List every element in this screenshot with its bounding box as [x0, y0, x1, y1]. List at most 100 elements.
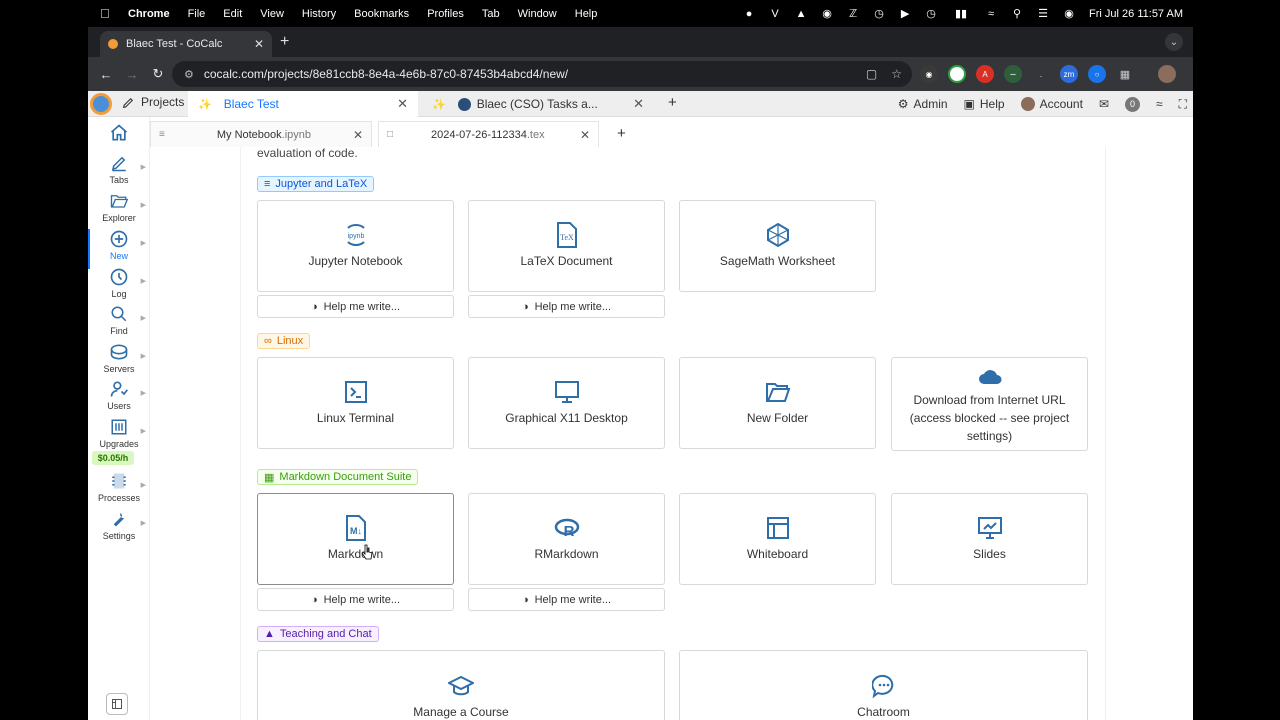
sidebar-item-explorer[interactable]: Explorer ▶ [88, 191, 150, 223]
menu-profiles[interactable]: Profiles [427, 8, 464, 20]
sagemath-worksheet-card[interactable]: SageMath Worksheet [679, 200, 876, 292]
projects-button[interactable]: Projects [122, 95, 184, 109]
extension-icon[interactable]: ○ [1088, 65, 1106, 83]
add-file-tab-icon[interactable]: + [617, 125, 626, 142]
cocalc-logo-icon[interactable] [90, 93, 112, 115]
chevron-down-icon[interactable]: ⌄ [1165, 33, 1183, 51]
fullscreen-icon[interactable]: ⛶ [1179, 97, 1187, 112]
jupyter-notebook-card[interactable]: ipynb Jupyter Notebook [257, 200, 454, 292]
menu-app-name[interactable]: Chrome [128, 8, 170, 20]
apple-icon[interactable]:  [100, 6, 114, 21]
rmarkdown-card[interactable]: R RMarkdown [468, 493, 665, 585]
more-menu-icon[interactable]: ⋮ [1186, 65, 1193, 83]
sidebar-item-label: Settings [102, 531, 136, 541]
zoom-extension-icon[interactable]: zm [1060, 65, 1078, 83]
menu-bookmarks[interactable]: Bookmarks [354, 8, 409, 20]
whiteboard-card[interactable]: Whiteboard [679, 493, 876, 585]
browser-tab[interactable]: Blaec Test - CoCalc ✕ [100, 31, 272, 57]
url-text[interactable]: cocalc.com/projects/8e81ccb8-8e4a-4e6b-8… [204, 67, 568, 81]
new-tab-icon[interactable]: + [280, 33, 289, 51]
close-icon[interactable]: ✕ [397, 96, 408, 112]
sidebar-item-processes[interactable]: Processes ▶ [88, 471, 150, 503]
sidebar-item-log[interactable]: Log ▶ [88, 267, 150, 299]
siri-icon[interactable]: ◉ [1063, 8, 1075, 20]
triangle-icon[interactable]: ▲ [795, 8, 807, 20]
reload-icon[interactable]: ↻ [150, 66, 166, 82]
connection-icon[interactable]: ≈ [1156, 97, 1163, 111]
record-icon[interactable]: ● [743, 8, 755, 20]
linux-terminal-card[interactable]: Linux Terminal [257, 357, 454, 449]
close-icon[interactable]: ✕ [254, 37, 264, 51]
layout-toggle-button[interactable] [106, 693, 128, 715]
spotlight-search-icon[interactable]: ⚲ [1011, 8, 1023, 20]
menu-history[interactable]: History [302, 8, 336, 20]
extension-icon[interactable]: A [976, 65, 994, 83]
help-me-write-button[interactable]: ◑ Help me write... [468, 588, 665, 611]
bluetooth-icon[interactable]: ℤ [847, 8, 859, 20]
project-tab-blaec-test[interactable]: ✨ Blaec Test ✕ [188, 91, 418, 117]
close-icon[interactable]: ✕ [353, 128, 363, 142]
card-label: Slides [973, 547, 1006, 561]
new-folder-card[interactable]: New Folder [679, 357, 876, 449]
x11-desktop-card[interactable]: Graphical X11 Desktop [468, 357, 665, 449]
profile-avatar-icon[interactable] [1158, 65, 1176, 83]
puzzle-icon[interactable]: ▦ [1116, 65, 1134, 83]
control-center-icon[interactable]: ☰ [1037, 8, 1049, 20]
back-icon[interactable]: ← [98, 67, 114, 82]
help-me-write-button[interactable]: ◑ Help me write... [468, 295, 665, 318]
home-button[interactable] [88, 123, 150, 145]
project-tab-blaec-cso[interactable]: ✨ Blaec (CSO) Tasks a... ✕ [422, 91, 654, 117]
extension-icon[interactable] [948, 65, 966, 83]
extension-icon[interactable]: ◉ [920, 65, 938, 83]
address-bar[interactable]: ⚙ cocalc.com/projects/8e81ccb8-8e4a-4e6b… [172, 61, 912, 87]
chatroom-card[interactable]: Chatroom [679, 650, 1088, 720]
menu-file[interactable]: File [188, 8, 206, 20]
menu-edit[interactable]: Edit [223, 8, 242, 20]
admin-button[interactable]: ⚙ Admin [898, 97, 948, 111]
help-button[interactable]: ▣ Help [964, 97, 1005, 111]
close-icon[interactable]: ✕ [580, 128, 590, 142]
help-me-write-button[interactable]: ◑ Help me write... [257, 295, 454, 318]
sidebar-item-find[interactable]: Find ▶ [88, 304, 150, 336]
file-tab-tex[interactable]: □ 2024-07-26-112334 .tex ✕ [378, 121, 599, 147]
download-url-card[interactable]: Download from Internet URL (access block… [891, 357, 1088, 451]
card-label: Manage a Course [413, 705, 509, 719]
slides-card[interactable]: Slides [891, 493, 1088, 585]
menu-view[interactable]: View [260, 8, 284, 20]
clock-icon[interactable]: ◷ [925, 8, 937, 20]
bookmark-star-icon[interactable]: ☆ [891, 67, 902, 81]
battery-icon[interactable]: ▮▮ [951, 8, 971, 20]
grammarly-icon[interactable]: ◉ [821, 8, 833, 20]
extension-icon[interactable]: ∼ [1004, 65, 1022, 83]
account-button[interactable]: Account [1020, 97, 1083, 111]
file-tab-notebook[interactable]: ≡ My Notebook .ipynb ✕ [150, 121, 372, 147]
menu-tab[interactable]: Tab [482, 8, 500, 20]
notification-count-badge[interactable]: 0 [1125, 96, 1140, 112]
sidebar-item-upgrades[interactable]: Upgrades ▶ [88, 417, 150, 449]
presentation-icon [977, 515, 1003, 541]
sidebar-item-new[interactable]: New ▶ [88, 229, 150, 261]
vivaldi-icon[interactable]: V [769, 8, 781, 20]
card-label: LaTeX Document [520, 254, 613, 268]
wifi-icon[interactable]: ≈ [985, 8, 997, 20]
site-settings-icon[interactable]: ⚙ [184, 68, 194, 81]
menu-help[interactable]: Help [575, 8, 598, 20]
manage-course-card[interactable]: Manage a Course [257, 650, 665, 720]
install-app-icon[interactable]: ▢ [866, 67, 877, 81]
extension-icon[interactable]: . [1032, 65, 1050, 83]
sidebar-item-servers[interactable]: Servers ▶ [88, 342, 150, 374]
messages-icon[interactable]: ✉ [1099, 97, 1109, 111]
markdown-card[interactable]: M↓ Markdown [257, 493, 454, 585]
play-icon[interactable]: ▶ [899, 8, 911, 20]
menu-window[interactable]: Window [518, 8, 557, 20]
help-me-write-button[interactable]: ◑ Help me write... [257, 588, 454, 611]
sidebar-item-tabs[interactable]: Tabs ▶ [88, 153, 150, 185]
add-project-tab-icon[interactable]: + [668, 94, 677, 111]
close-icon[interactable]: ✕ [633, 96, 644, 112]
menubar-clock[interactable]: Fri Jul 26 11:57 AM [1089, 8, 1183, 20]
sidebar-item-users[interactable]: Users ▶ [88, 379, 150, 411]
forward-icon[interactable]: → [124, 67, 140, 82]
sidebar-item-settings[interactable]: Settings ▶ [88, 509, 150, 541]
latex-document-card[interactable]: TeX LaTeX Document [468, 200, 665, 292]
time-machine-icon[interactable]: ◷ [873, 8, 885, 20]
